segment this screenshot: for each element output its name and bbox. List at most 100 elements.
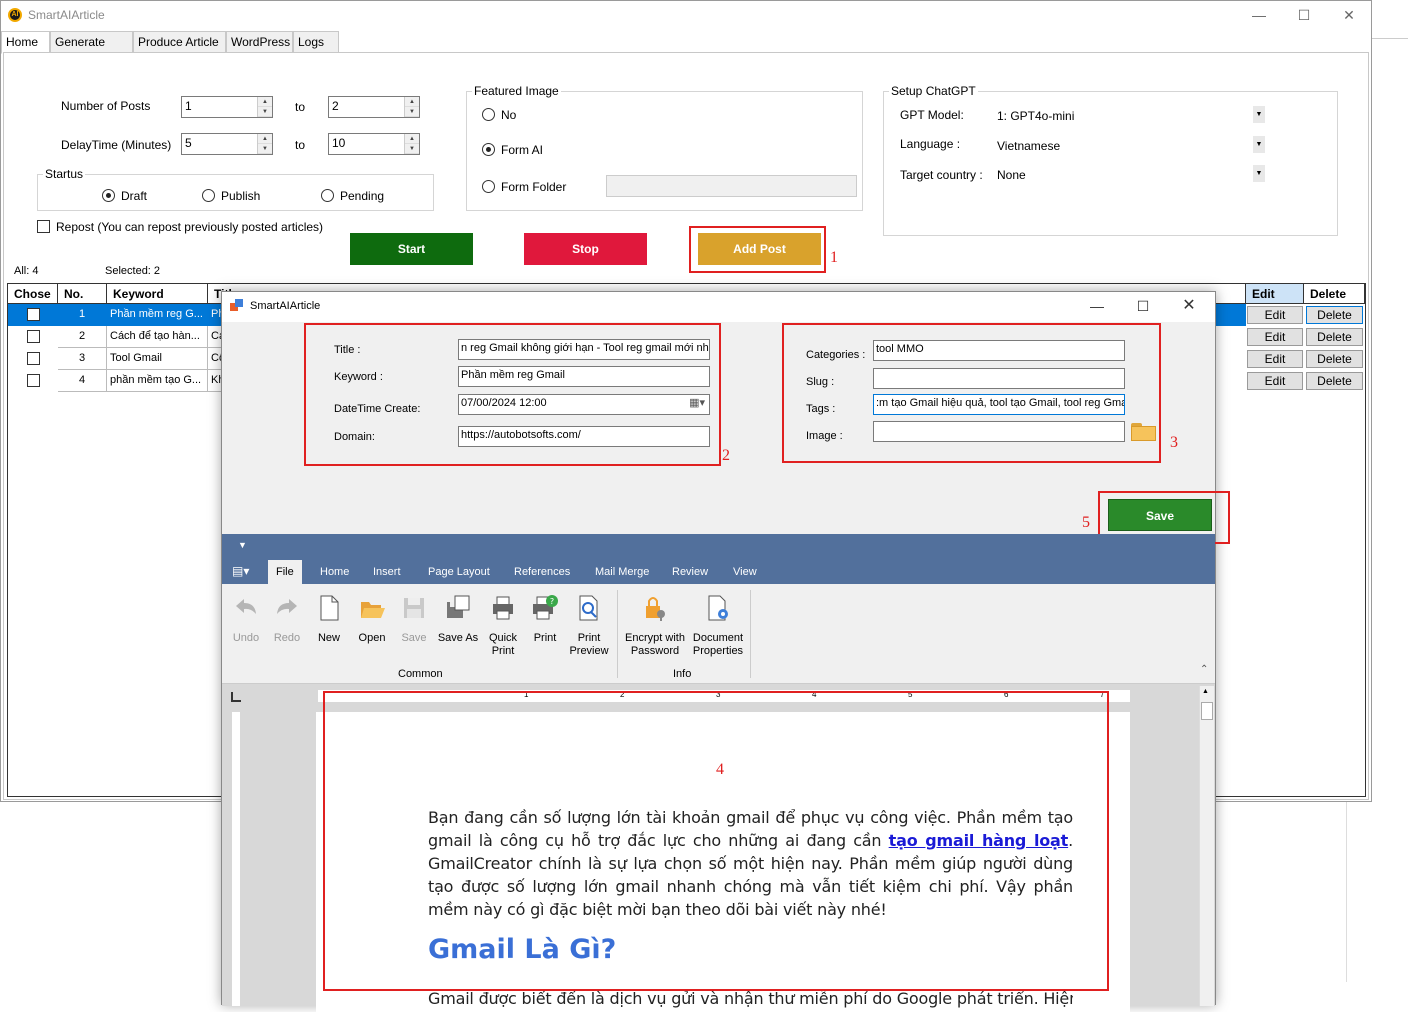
add-post-button[interactable]: Add Post (698, 233, 821, 265)
tags-input[interactable]: :m tạo Gmail hiệu quả, tool tạo Gmail, t… (873, 394, 1125, 415)
dialog-close-button[interactable]: ✕ (1166, 292, 1212, 320)
keyword-input[interactable]: Phần mềm reg Gmail (458, 366, 710, 387)
maximize-button[interactable]: ☐ (1281, 1, 1327, 29)
close-button[interactable]: ✕ (1326, 1, 1372, 29)
stop-button[interactable]: Stop (524, 233, 647, 265)
dialog-minimize-button[interactable]: — (1074, 292, 1120, 320)
spin-down-icon[interactable]: ▼ (405, 107, 419, 117)
row-checkbox[interactable] (27, 308, 40, 321)
featured-ai-radio[interactable] (482, 143, 495, 156)
tab-generate-title[interactable]: Generate Title (50, 31, 133, 70)
encrypt-password-button[interactable]: Encrypt with Password (623, 594, 687, 658)
ribbon-tab-home[interactable]: Home (312, 560, 357, 584)
posts-from-input[interactable]: 1 ▲ ▼ (181, 96, 273, 118)
ribbon-tab-file[interactable]: File (268, 560, 302, 584)
start-button[interactable]: Start (350, 233, 473, 265)
column-header-chose[interactable]: Chose (8, 284, 58, 304)
save-button[interactable]: Save (1108, 499, 1212, 531)
edit-button[interactable]: Edit (1247, 372, 1303, 390)
print-preview-button[interactable]: Print Preview (568, 594, 610, 658)
posts-to-input[interactable]: 2 ▲ ▼ (328, 96, 420, 118)
ribbon-tab-insert[interactable]: Insert (365, 560, 409, 584)
featured-folder-path-input[interactable] (606, 175, 857, 197)
column-header-no[interactable]: No. (58, 284, 107, 304)
spin-up-icon[interactable]: ▲ (258, 134, 272, 144)
datetime-picker[interactable]: 07/00/2024 12:00 ▦▾ (458, 394, 710, 415)
spin-down-icon[interactable]: ▼ (258, 144, 272, 154)
tab-stop-selector-icon[interactable] (231, 692, 241, 702)
row-checkbox[interactable] (27, 330, 40, 343)
delete-button[interactable]: Delete (1306, 350, 1363, 368)
ribbon-menu-icon[interactable]: ▤▾ (232, 564, 249, 578)
delete-button[interactable]: Delete (1306, 328, 1363, 346)
dropdown-arrow-icon[interactable]: ▼ (1253, 106, 1265, 123)
delete-button[interactable]: Delete (1306, 306, 1363, 324)
repost-checkbox[interactable] (37, 220, 50, 233)
quick-print-button[interactable]: Quick Print (486, 594, 520, 658)
edit-button[interactable]: Edit (1247, 306, 1303, 324)
posts-from-spinner[interactable]: ▲ ▼ (257, 97, 272, 117)
dropdown-arrow-icon[interactable]: ▼ (1253, 165, 1265, 182)
minimize-button[interactable]: — (1236, 1, 1282, 29)
language-select[interactable]: Vietnamese ▼ (991, 134, 1269, 156)
document-properties-button[interactable]: Document Properties (690, 594, 746, 658)
folder-browse-icon[interactable] (1131, 421, 1157, 441)
undo-button[interactable]: Undo (230, 594, 262, 645)
delay-to-spinner[interactable]: ▲ ▼ (404, 134, 419, 154)
featured-folder-radio[interactable] (482, 180, 495, 193)
tab-logs[interactable]: Logs (293, 31, 339, 53)
calendar-dropdown-icon[interactable]: ▦▾ (689, 396, 705, 409)
tab-produce-article[interactable]: Produce Article (133, 31, 226, 53)
posts-to-spinner[interactable]: ▲ ▼ (404, 97, 419, 117)
delete-button[interactable]: Delete (1306, 372, 1363, 390)
ribbon-tab-mail-merge[interactable]: Mail Merge (587, 560, 657, 584)
categories-input[interactable]: tool MMO (873, 340, 1125, 361)
row-checkbox[interactable] (27, 352, 40, 365)
status-draft-radio[interactable] (102, 189, 115, 202)
save-as-icon (447, 595, 470, 618)
save-doc-button[interactable]: Save (398, 594, 430, 645)
status-publish-radio[interactable] (202, 189, 215, 202)
redo-button[interactable]: Redo (271, 594, 303, 645)
gpt-model-select[interactable]: 1: GPT4o-mini ▼ (991, 104, 1269, 126)
dialog-maximize-button[interactable]: ☐ (1120, 292, 1166, 320)
domain-input[interactable]: https://autobotsofts.com/ (458, 426, 710, 447)
ribbon-tab-view[interactable]: View (725, 560, 765, 584)
spin-up-icon[interactable]: ▲ (258, 97, 272, 107)
status-pending-radio[interactable] (321, 189, 334, 202)
quick-access-dropdown-icon[interactable]: ▼ (238, 540, 247, 550)
column-header-keyword[interactable]: Keyword (107, 284, 208, 304)
title-input[interactable]: n reg Gmail không giới hạn - Tool reg gm… (458, 339, 710, 360)
ribbon-tab-review[interactable]: Review (664, 560, 716, 584)
document-next-line[interactable]: Gmail được biết đến là dịch vụ gửi và nh… (428, 989, 1073, 1008)
ribbon-tab-page-layout[interactable]: Page Layout (420, 560, 498, 584)
row-checkbox[interactable] (27, 374, 40, 387)
scrollbar-thumb[interactable] (1201, 702, 1213, 720)
spin-down-icon[interactable]: ▼ (405, 144, 419, 154)
target-country-select[interactable]: None ▼ (991, 163, 1269, 185)
edit-button[interactable]: Edit (1247, 350, 1303, 368)
edit-button[interactable]: Edit (1247, 328, 1303, 346)
slug-input[interactable] (873, 368, 1125, 389)
collapse-ribbon-icon[interactable]: ⌃ (1200, 664, 1208, 675)
ribbon-tab-references[interactable]: References (506, 560, 578, 584)
tab-home[interactable]: Home (1, 31, 50, 54)
image-input[interactable] (873, 421, 1125, 442)
spin-up-icon[interactable]: ▲ (405, 134, 419, 144)
delay-from-input[interactable]: 5 ▲ ▼ (181, 133, 273, 155)
new-button[interactable]: New (314, 594, 344, 645)
delay-from-spinner[interactable]: ▲ ▼ (257, 134, 272, 154)
featured-no-radio[interactable] (482, 108, 495, 121)
tab-wordpress[interactable]: WordPress (226, 31, 293, 53)
save-as-button[interactable]: Save As (436, 594, 480, 645)
column-header-edit[interactable]: Edit (1246, 284, 1304, 304)
column-header-delete[interactable]: Delete (1304, 284, 1365, 304)
spin-down-icon[interactable]: ▼ (258, 107, 272, 117)
spin-up-icon[interactable]: ▲ (405, 97, 419, 107)
scroll-up-icon[interactable]: ▲ (1202, 688, 1209, 695)
open-button[interactable]: Open (356, 594, 388, 645)
dropdown-arrow-icon[interactable]: ▼ (1253, 136, 1265, 153)
delay-to-input[interactable]: 10 ▲ ▼ (328, 133, 420, 155)
vertical-scrollbar[interactable]: ▲ (1199, 686, 1214, 1006)
print-button[interactable]: ? Print (528, 594, 562, 645)
